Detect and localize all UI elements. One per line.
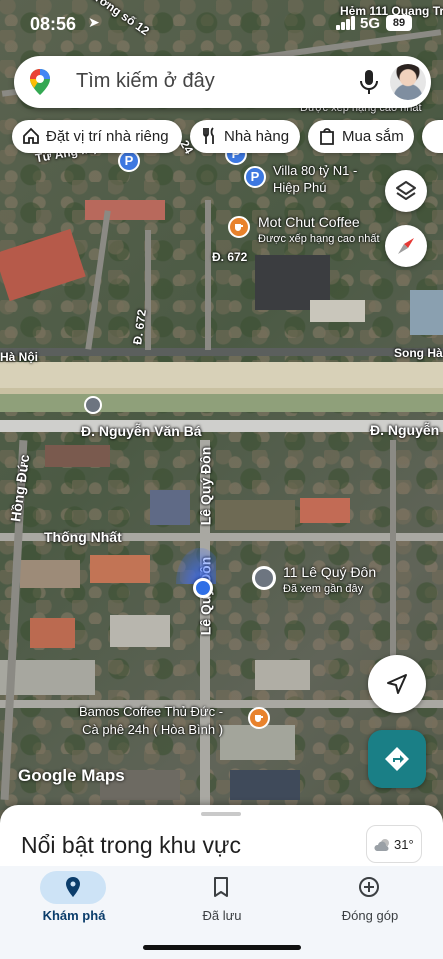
- map-label: Đ. 672: [212, 250, 248, 264]
- profile-avatar[interactable]: [390, 64, 426, 100]
- coffee-cup-icon: [255, 715, 263, 722]
- cloud-sun-icon: [374, 839, 389, 851]
- directions-button[interactable]: [368, 730, 426, 788]
- shopping-bag-icon: [320, 128, 334, 145]
- chip-label: Mua sắm: [342, 128, 404, 145]
- map-label: Hà Nội: [0, 350, 39, 364]
- sheet-title: Nổi bật trong khu vực: [21, 832, 241, 858]
- chip-shopping[interactable]: Mua sắm: [308, 120, 414, 153]
- poi-label-11[interactable]: 11 Lê Quý Đôn: [283, 564, 376, 580]
- search-bar[interactable]: Tìm kiếm ở đây: [14, 56, 431, 108]
- nav-label: Đã lưu: [202, 908, 242, 923]
- recent-place-marker[interactable]: [252, 566, 276, 590]
- highway: [0, 362, 443, 388]
- road: [205, 200, 211, 350]
- building-roof: [0, 228, 86, 302]
- chip-more[interactable]: [422, 120, 443, 153]
- building-roof: [150, 490, 190, 525]
- street-label: Lê Quý Đôn: [197, 446, 214, 526]
- building-roof: [110, 615, 170, 647]
- chip-home[interactable]: Đặt vị trí nhà riêng: [12, 120, 182, 153]
- bus-stop-marker[interactable]: [84, 396, 102, 414]
- search-input[interactable]: Tìm kiếm ở đây: [76, 70, 215, 93]
- google-maps-watermark: Google Maps: [18, 766, 125, 785]
- weather-temperature: 31°: [394, 837, 414, 852]
- nav-explore[interactable]: Khám phá: [0, 866, 148, 936]
- location-arrow-icon: ➤: [88, 14, 100, 30]
- coffee-cup-icon: [235, 224, 243, 231]
- home-indicator[interactable]: [143, 945, 301, 950]
- building-roof: [45, 445, 110, 467]
- street-label: Đ. Nguyễn Văn Bá: [81, 423, 202, 439]
- street-label: Đ. Nguyễn: [370, 422, 440, 438]
- current-location-dot[interactable]: [193, 578, 213, 598]
- layers-icon: [396, 181, 416, 200]
- navigation-arrow-icon: [387, 674, 407, 694]
- poi-sublabel: Đã xem gần đây: [283, 583, 364, 595]
- network-type: 5G: [360, 15, 381, 32]
- building-roof: [20, 560, 80, 588]
- building-roof: [230, 770, 300, 800]
- street-label: Thống Nhất: [44, 529, 122, 545]
- add-circle-icon: [359, 877, 379, 897]
- weather-chip[interactable]: 31°: [366, 825, 422, 863]
- battery-icon: 89: [386, 15, 412, 31]
- location-pin-icon: [66, 877, 80, 897]
- poi-label-villa[interactable]: Villa 80 tỷ N1 - Hiệp Phú: [273, 162, 357, 196]
- chip-restaurants[interactable]: Nhà hàng: [190, 120, 300, 153]
- building-roof: [30, 618, 75, 648]
- road: [85, 210, 111, 350]
- nav-label: Khám phá: [42, 908, 106, 923]
- bookmark-icon: [214, 877, 228, 897]
- building-roof: [90, 555, 150, 583]
- building-roof: [300, 498, 350, 523]
- cafe-marker[interactable]: [248, 707, 270, 729]
- building-roof: [255, 660, 310, 690]
- poi-label-bamos[interactable]: Bamos Coffee Thủ Đức - Cà phê 24h ( Hòa …: [79, 703, 223, 739]
- parking-marker[interactable]: P: [244, 166, 266, 188]
- nav-contribute[interactable]: Đóng góp: [296, 866, 443, 936]
- directions-icon: [385, 747, 409, 771]
- building-roof: [220, 725, 295, 760]
- nav-label: Đóng góp: [341, 908, 399, 923]
- road: [390, 440, 396, 690]
- poi-label-mot-chut[interactable]: Mot Chut Coffee: [258, 214, 360, 230]
- poi-sublabel: Được xếp hạng cao nhất: [258, 233, 380, 245]
- road: [0, 348, 443, 356]
- building-roof: [310, 300, 365, 322]
- signal-icon: [336, 16, 356, 30]
- home-icon: [23, 127, 39, 144]
- chip-label: Nhà hàng: [224, 128, 290, 145]
- map-label: Song Hà: [394, 346, 443, 360]
- building-roof: [410, 290, 443, 335]
- status-time: 08:56: [30, 14, 77, 34]
- nav-saved[interactable]: Đã lưu: [148, 866, 296, 936]
- heading-beam: [176, 548, 216, 584]
- building-roof: [215, 500, 295, 530]
- compass-button[interactable]: [385, 225, 427, 267]
- compass-icon: [398, 238, 414, 254]
- status-bar: 08:56 ➤ 5G 89: [0, 0, 443, 50]
- chip-label: Đặt vị trí nhà riêng: [46, 128, 169, 145]
- street-label: Hồng Đức: [7, 453, 33, 523]
- building-roof: [85, 200, 165, 220]
- drag-handle[interactable]: [201, 812, 241, 816]
- green-strip: [0, 394, 443, 412]
- maps-pin-icon: [30, 69, 50, 95]
- microphone-icon[interactable]: [358, 68, 380, 96]
- cafe-marker[interactable]: [228, 216, 250, 238]
- my-location-button[interactable]: [368, 655, 426, 713]
- layers-button[interactable]: [385, 170, 427, 212]
- restaurant-icon: [203, 127, 214, 144]
- category-chips: Đặt vị trí nhà riêng Nhà hàng Mua sắm: [0, 120, 443, 154]
